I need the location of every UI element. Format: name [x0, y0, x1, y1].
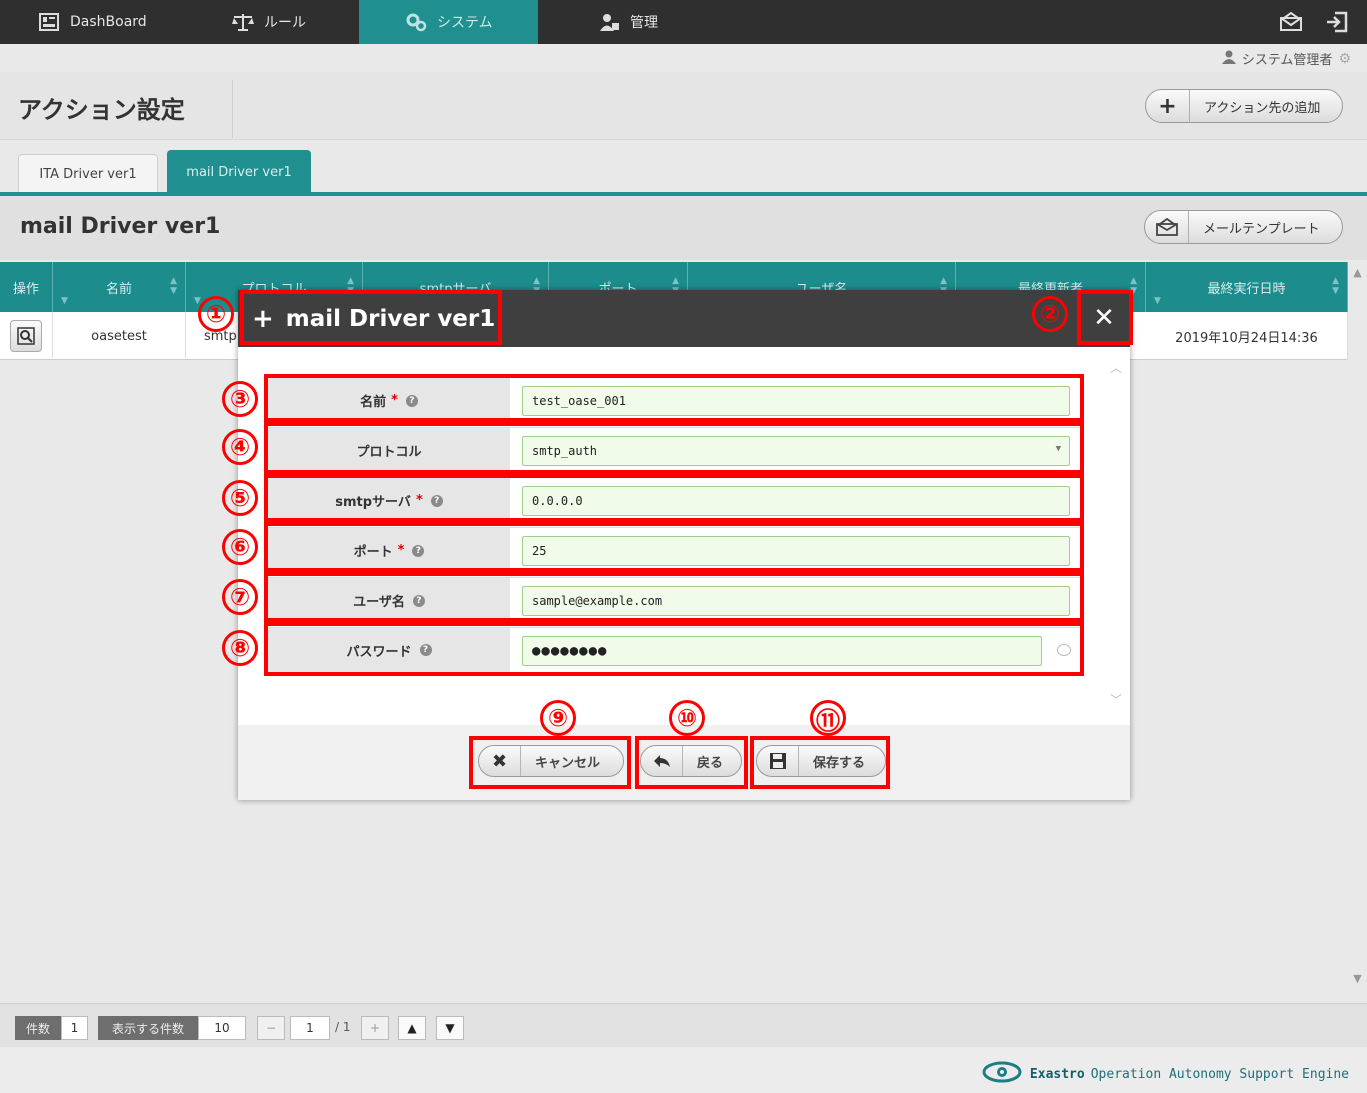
header-divider [232, 80, 233, 138]
nav-dashboard[interactable]: DashBoard [0, 0, 180, 44]
col-name[interactable]: 名前 ▲ ▼ ▼ [53, 262, 186, 312]
add-action-button[interactable]: + アクション先の追加 [1145, 89, 1343, 123]
mail-template-icon [1145, 211, 1189, 243]
gear-icon[interactable]: ⚙ [1338, 51, 1351, 67]
total-pages: / 1 [335, 1020, 351, 1034]
nav-rule[interactable]: ルール [180, 0, 360, 44]
annotation-number: ⑤ [222, 480, 258, 516]
nav-label: ルール [264, 15, 306, 31]
user-icon [1221, 50, 1236, 68]
annotation-number: ⑦ [222, 579, 258, 615]
tab-ita-driver[interactable]: ITA Driver ver1 [18, 154, 158, 194]
col-operation: 操作 [0, 262, 53, 312]
annotation-box-cancel [469, 736, 631, 789]
next-page-button[interactable]: + [361, 1016, 389, 1040]
nav-label: DashBoard [70, 14, 147, 30]
count-value: 1 [61, 1016, 88, 1040]
modal-scroll-up[interactable]: ︿ [1110, 359, 1122, 376]
dashboard-icon [38, 11, 60, 33]
annotation-number: ③ [222, 381, 258, 417]
tab-mail-driver[interactable]: mail Driver ver1 [167, 150, 311, 194]
add-action-label: アクション先の追加 [1204, 100, 1321, 116]
table-scroll-up[interactable]: ▲ [1348, 262, 1367, 282]
user-name: システム管理者 [1241, 53, 1333, 68]
brand-bar: Exastro Operation Autonomy Support Engin… [0, 1047, 1367, 1093]
magnifier-icon [10, 320, 42, 352]
annotation-box-smtp-server [264, 474, 1084, 522]
brand-tagline: Operation Autonomy Support Engine [1090, 1066, 1349, 1082]
exastro-logo-icon [982, 1061, 1022, 1087]
pager: 件数 1 表示する件数 10 − 1 / 1 + ▲ ▼ [0, 1003, 1367, 1047]
detail-button[interactable] [0, 312, 53, 360]
cell-name: oasetest [53, 312, 186, 360]
per-page-label: 表示する件数 [98, 1016, 198, 1040]
scroll-bottom-button[interactable]: ▼ [436, 1016, 464, 1040]
brand-name: Exastro [1029, 1066, 1085, 1082]
annotation-box-close [1077, 290, 1133, 345]
section-bar: mail Driver ver1 メールテンプレート [0, 196, 1367, 260]
nav-label: 管理 [630, 15, 658, 31]
annotation-number: ① [198, 296, 234, 332]
scroll-top-button[interactable]: ▲ [398, 1016, 426, 1040]
annotation-number: ⑥ [222, 529, 258, 565]
modal-scroll-down[interactable]: ﹀ [1110, 691, 1122, 708]
top-navigation: DashBoard ルール システム 管理 [0, 0, 1367, 44]
section-title: mail Driver ver1 [20, 214, 221, 239]
scale-icon [232, 11, 254, 33]
annotation-number: ⑪ [810, 700, 846, 736]
plus-icon: + [1146, 90, 1190, 122]
annotation-number: ⑨ [540, 700, 576, 736]
nav-system[interactable]: システム [359, 0, 538, 44]
page-input[interactable]: 1 [290, 1016, 330, 1040]
driver-tabs: ITA Driver ver1 mail Driver ver1 [0, 140, 1367, 194]
annotation-box-back [635, 736, 748, 789]
annotation-box-title [240, 290, 502, 345]
annotation-box-username [264, 572, 1084, 622]
table-scroll-down[interactable]: ▼ [1348, 968, 1367, 988]
page-title: アクション設定 [18, 96, 185, 124]
nav-admin[interactable]: 管理 [538, 0, 718, 44]
annotation-box-protocol [264, 422, 1084, 474]
annotation-number: ② [1032, 296, 1068, 332]
brand: Exastro Operation Autonomy Support Engin… [982, 1061, 1349, 1087]
nav-label: システム [437, 15, 493, 31]
mail-template-label: メールテンプレート [1203, 221, 1320, 237]
col-last-exec[interactable]: 最終実行日時 ▲ ▼ ▼ [1146, 262, 1348, 312]
annotation-box-port [264, 522, 1084, 572]
annotation-number: ⑧ [222, 630, 258, 666]
mail-icon[interactable] [1278, 10, 1304, 34]
annotation-number: ⑩ [669, 700, 705, 736]
gears-icon [405, 11, 427, 33]
annotation-box-name [264, 374, 1084, 422]
annotation-box-save [750, 736, 890, 789]
user-menu[interactable]: システム管理者 ⚙ [1221, 49, 1351, 68]
user-admin-icon [598, 11, 620, 33]
count-label: 件数 [15, 1016, 61, 1040]
user-bar: システム管理者 ⚙ [0, 44, 1367, 72]
page-header: アクション設定 + アクション先の追加 [0, 72, 1367, 140]
prev-page-button[interactable]: − [257, 1016, 285, 1040]
per-page-input[interactable]: 10 [198, 1016, 246, 1040]
annotation-box-password [264, 622, 1084, 676]
cell-last-exec: 2019年10月24日14:36 [1146, 312, 1348, 360]
logout-icon[interactable] [1324, 10, 1350, 34]
annotation-number: ④ [222, 429, 258, 465]
mail-template-button[interactable]: メールテンプレート [1144, 210, 1343, 244]
